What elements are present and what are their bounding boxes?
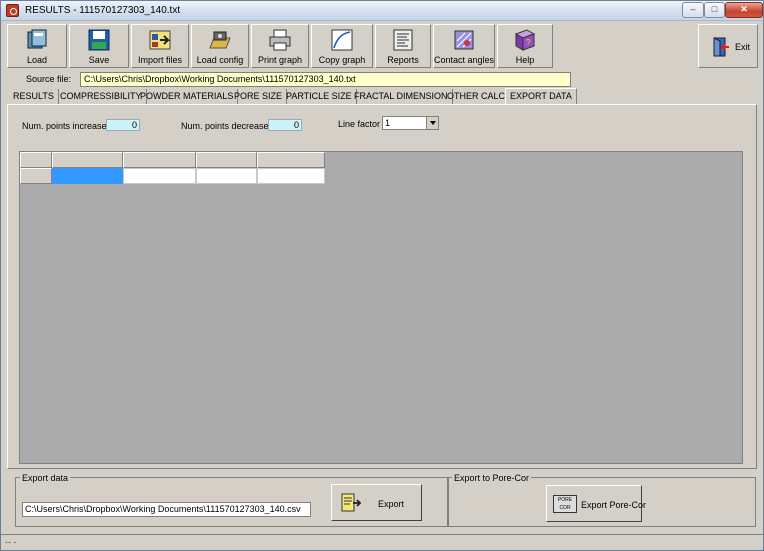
- export-porecor-group-title: Export to Pore-Cor: [452, 473, 532, 483]
- export-button[interactable]: Export: [331, 484, 422, 521]
- load-config-label: Load config: [196, 55, 244, 65]
- grid-column-header[interactable]: [196, 152, 257, 168]
- export-button-label: Export: [378, 499, 405, 509]
- chevron-down-icon[interactable]: [426, 117, 438, 129]
- tab-other-calc[interactable]: OTHER CALC.: [443, 89, 513, 104]
- tab-pore-size[interactable]: PORE SIZE: [230, 89, 288, 104]
- contact-angles-button[interactable]: Contact angles: [433, 24, 495, 68]
- export-data-group-title: Export data: [20, 473, 71, 483]
- help-book-icon: ?: [513, 28, 537, 52]
- tab-results[interactable]: RESULTS: [9, 89, 59, 104]
- status-bar: -- -: [1, 534, 763, 550]
- save-button[interactable]: Save: [69, 24, 129, 68]
- grid-row-header[interactable]: [20, 168, 52, 184]
- import-files-label: Import files: [137, 55, 182, 65]
- contact-angles-icon: [452, 28, 476, 52]
- line-factor-select[interactable]: 1: [382, 116, 439, 130]
- export-path-field[interactable]: C:\Users\Chris\Dropbox\Working Documents…: [22, 502, 311, 517]
- tab-powder-materials[interactable]: POWDER MATERIALS: [136, 89, 239, 104]
- load-config-icon: [208, 28, 232, 52]
- print-graph-label: Print graph: [257, 55, 303, 65]
- source-file-label: Source file:: [26, 74, 72, 84]
- copy-graph-icon: [330, 28, 354, 52]
- num-points-increase-label: Num. points increase: [22, 121, 107, 131]
- reports-label: Reports: [387, 55, 419, 65]
- load-config-button[interactable]: Load config: [191, 24, 249, 68]
- help-button[interactable]: ? Help: [497, 24, 553, 68]
- grid-cell[interactable]: [257, 168, 325, 184]
- porecor-logo-bottom: COR: [559, 505, 571, 511]
- window-title: RESULTS - 111570127303_140.txt: [25, 5, 181, 16]
- results-window: RESULTS - 111570127303_140.txt – □ ✕ Loa…: [0, 0, 764, 551]
- save-label: Save: [88, 55, 110, 65]
- copy-graph-label: Copy graph: [318, 55, 366, 65]
- import-files-button[interactable]: Import files: [131, 24, 189, 68]
- app-icon: [6, 4, 19, 17]
- exit-button[interactable]: Exit: [698, 24, 758, 68]
- status-text: -- -: [5, 537, 17, 547]
- print-graph-button[interactable]: Print graph: [251, 24, 309, 68]
- minimize-button[interactable]: –: [682, 2, 704, 18]
- export-porecor-button[interactable]: PORE COR Export Pore-Cor: [546, 485, 646, 522]
- num-points-increase-input[interactable]: 0: [106, 119, 140, 131]
- contact-angles-label: Contact angles: [434, 55, 495, 65]
- tab-particle-size[interactable]: PARTICLE SIZE: [282, 89, 357, 104]
- load-icon: [25, 28, 49, 52]
- grid-cell-selected[interactable]: [52, 168, 123, 184]
- reports-button[interactable]: Reports: [375, 24, 431, 68]
- reports-icon: [391, 28, 415, 52]
- load-button[interactable]: Load: [7, 24, 67, 68]
- save-icon: [87, 28, 111, 52]
- help-label: Help: [515, 55, 535, 65]
- grid-corner-cell[interactable]: [20, 152, 52, 168]
- export-porecor-label: Export Pore-Cor: [581, 500, 647, 510]
- num-points-decrease-input[interactable]: 0: [268, 119, 302, 131]
- import-icon: [148, 28, 172, 52]
- tab-fractal-dimension[interactable]: FRACTAL DIMENSION: [350, 89, 453, 104]
- porecor-logo-top: PORE: [557, 497, 573, 503]
- grid-column-header[interactable]: [257, 152, 325, 168]
- grid-column-header[interactable]: [52, 152, 123, 168]
- data-grid[interactable]: [19, 151, 743, 464]
- close-button[interactable]: ✕: [725, 2, 763, 18]
- printer-icon: [268, 28, 292, 52]
- copy-graph-button[interactable]: Copy graph: [311, 24, 373, 68]
- export-document-icon: [340, 493, 362, 513]
- line-factor-label: Line factor: [338, 119, 381, 129]
- exit-label: Exit: [735, 42, 751, 52]
- porecor-logo-icon: PORE COR: [553, 495, 577, 513]
- num-points-decrease-label: Num. points decrease: [181, 121, 269, 131]
- load-label: Load: [26, 55, 48, 65]
- grid-cell[interactable]: [196, 168, 257, 184]
- source-file-field[interactable]: C:\Users\Chris\Dropbox\Working Documents…: [80, 72, 571, 87]
- exit-door-icon: [711, 37, 731, 57]
- line-factor-value: 1: [385, 118, 391, 128]
- tab-export-data[interactable]: EXPORT DATA: [505, 88, 577, 105]
- maximize-button[interactable]: □: [704, 2, 725, 18]
- grid-column-header[interactable]: [123, 152, 196, 168]
- title-bar[interactable]: RESULTS - 111570127303_140.txt – □ ✕: [1, 1, 763, 21]
- grid-cell[interactable]: [123, 168, 196, 184]
- tab-compressibility[interactable]: COMPRESSIBILITY: [56, 89, 147, 104]
- svg-text:?: ?: [526, 38, 531, 47]
